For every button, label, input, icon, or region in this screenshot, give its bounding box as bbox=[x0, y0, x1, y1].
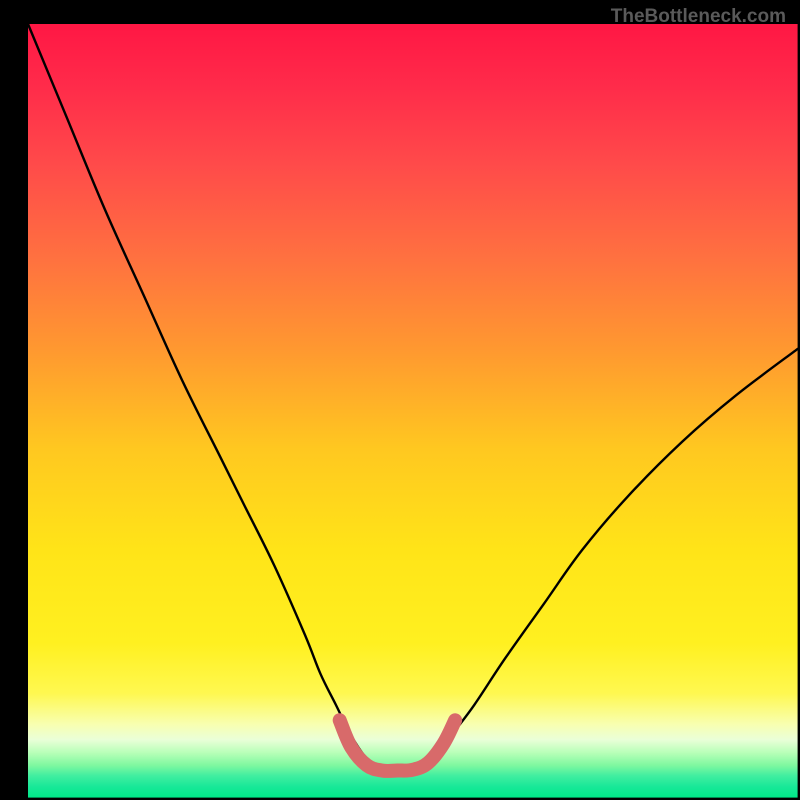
bottleneck-chart bbox=[0, 0, 800, 800]
plot-background bbox=[28, 24, 798, 798]
watermark-text: TheBottleneck.com bbox=[611, 6, 786, 28]
chart-svg bbox=[0, 0, 800, 800]
